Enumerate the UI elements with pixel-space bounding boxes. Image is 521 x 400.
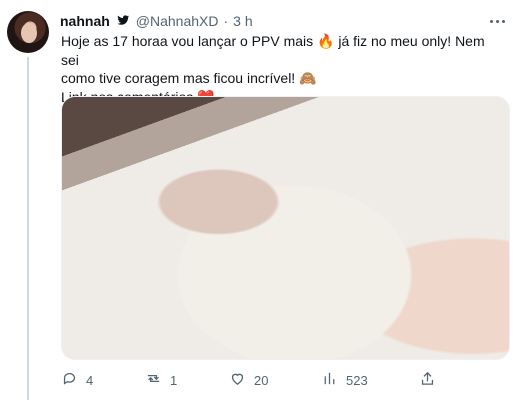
tweet-header: nahnah @NahnahXD · 3 h [60, 11, 253, 31]
media-image [62, 97, 509, 359]
display-name[interactable]: nahnah [60, 13, 110, 29]
like-count: 20 [254, 372, 269, 388]
heart-icon [229, 370, 246, 390]
share-icon [419, 370, 436, 390]
tweet-actions: 4 1 20 523 [61, 370, 506, 390]
retweet-icon [145, 370, 162, 390]
reply-count: 4 [86, 372, 94, 388]
tweet-media[interactable] [61, 96, 510, 360]
reply-button[interactable]: 4 [61, 370, 93, 390]
twitter-bird-icon [115, 13, 131, 30]
tweet[interactable]: nahnah @NahnahXD · 3 h Hoje as 17 horaa … [0, 0, 521, 400]
share-button[interactable] [419, 370, 436, 390]
retweet-button[interactable]: 1 [145, 370, 177, 390]
retweet-count: 1 [170, 372, 178, 388]
reply-icon [61, 370, 78, 390]
like-button[interactable]: 20 [229, 370, 268, 390]
timestamp[interactable]: 3 h [233, 13, 252, 29]
separator-dot: · [223, 13, 229, 29]
handle[interactable]: @NahnahXD [136, 13, 219, 29]
tweet-text: Hoje as 17 horaa vou lançar o PPV mais 🔥… [61, 33, 485, 105]
views-count: 523 [346, 372, 368, 388]
more-options-icon[interactable] [485, 12, 509, 30]
views-button[interactable]: 523 [321, 370, 368, 390]
thread-line [27, 57, 29, 400]
views-chart-icon [321, 370, 338, 390]
avatar[interactable] [7, 11, 49, 53]
